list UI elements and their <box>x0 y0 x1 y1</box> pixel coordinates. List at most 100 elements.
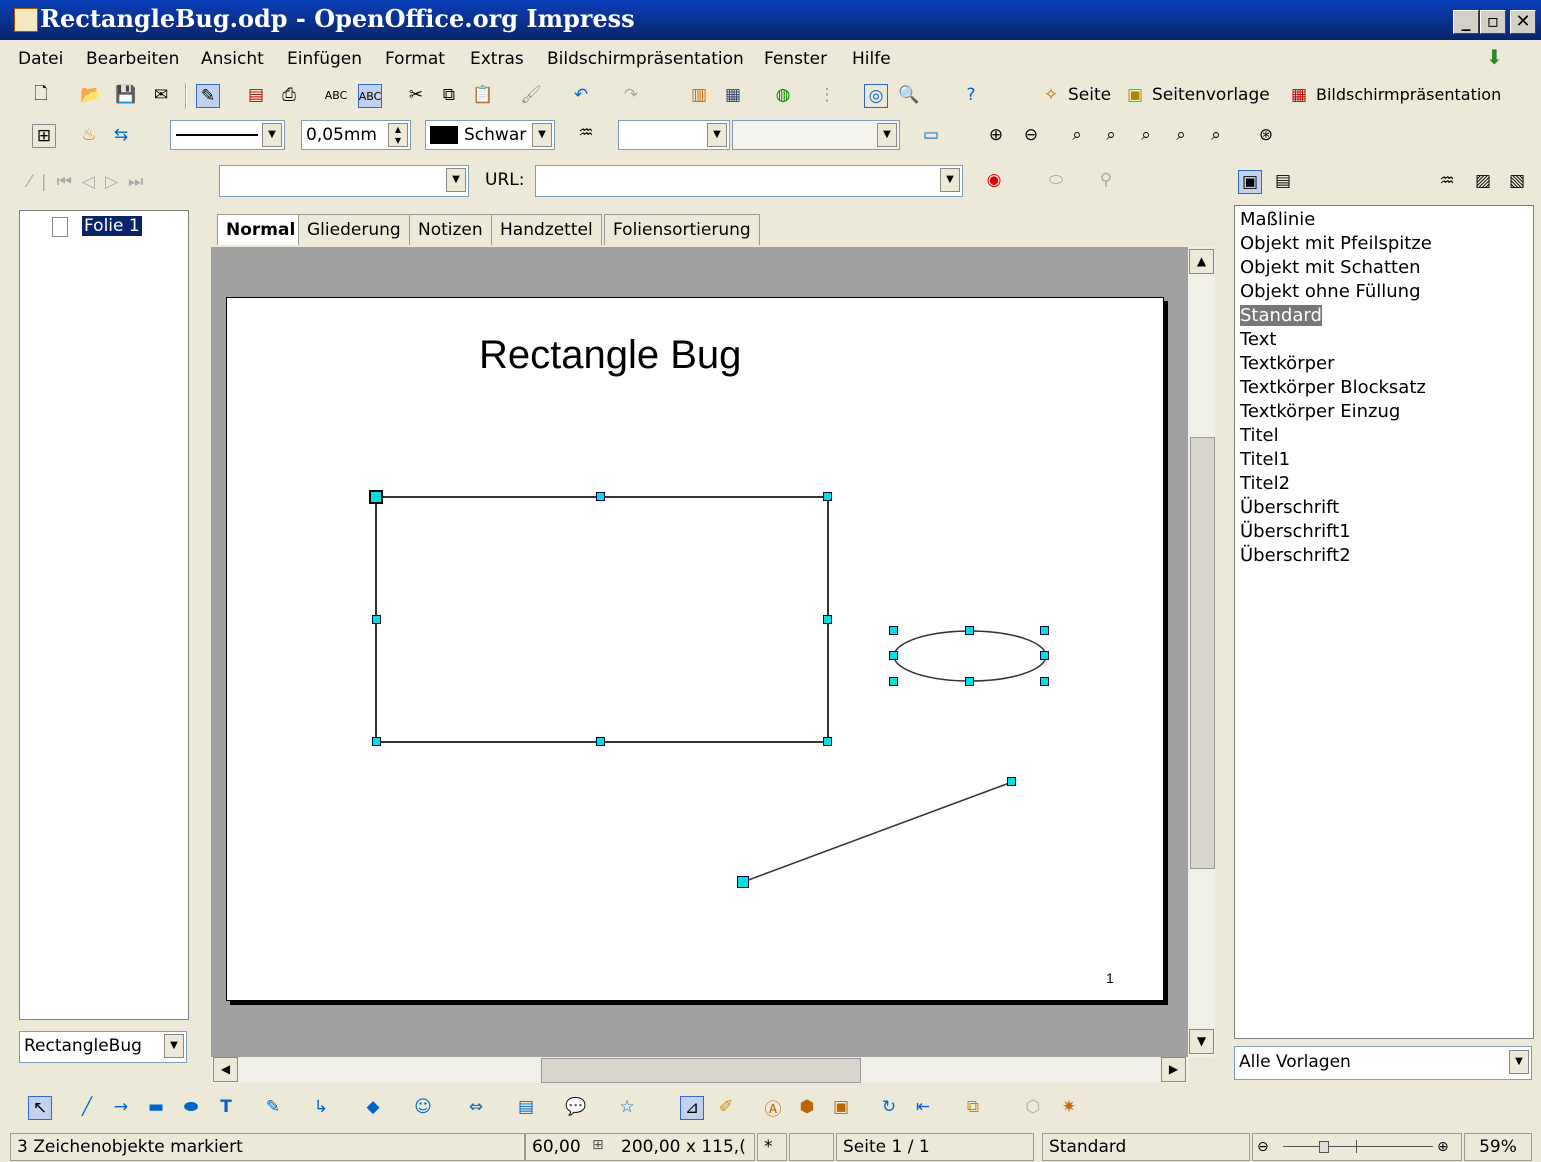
zoom-slider[interactable]: ⊖ ⊕ <box>1252 1133 1462 1161</box>
fill-select[interactable]: ▼ <box>732 120 900 150</box>
menu-datei[interactable]: Datei <box>18 49 63 69</box>
zoom-page-icon[interactable]: ⌕ <box>1170 124 1192 146</box>
zoom-in-icon[interactable]: ⊕ <box>985 124 1007 146</box>
slide-icon[interactable]: ✧ <box>1040 84 1062 106</box>
menu-bearbeiten[interactable]: Bearbeiten <box>86 49 179 69</box>
close-button[interactable]: ✕ <box>1510 10 1536 34</box>
copy-icon[interactable]: ⧉ <box>438 84 460 106</box>
print-icon[interactable]: ⎙ <box>278 84 300 106</box>
zoom-out-icon[interactable]: ⊖ <box>1020 124 1042 146</box>
chart-icon[interactable]: ▥ <box>688 84 710 106</box>
menu-fenster[interactable]: Fenster <box>764 49 827 69</box>
fontwork-icon[interactable]: Ⓐ <box>762 1096 784 1120</box>
url-input[interactable]: ▼ <box>535 165 963 197</box>
presentation-icon[interactable]: ▦ <box>1288 84 1310 106</box>
ellipse-shape[interactable] <box>893 630 1047 682</box>
rotate-icon[interactable]: ↻ <box>878 1096 900 1118</box>
line-style-select[interactable]: ▼ <box>170 120 285 150</box>
minimize-button[interactable]: _ <box>1453 10 1479 34</box>
text-tool-icon[interactable]: T <box>215 1096 237 1118</box>
line-width-field[interactable]: 0,05mm ▲ ▼ <box>301 120 411 150</box>
arrange-icon[interactable]: ⧉ <box>962 1096 984 1118</box>
new-style-icon[interactable]: ▨ <box>1472 170 1494 192</box>
gallery-icon[interactable]: ▣ <box>830 1096 852 1118</box>
style-item[interactable]: Textkörper <box>1240 353 1335 374</box>
style-item[interactable]: Maßlinie <box>1240 209 1315 230</box>
graphic-styles-icon[interactable]: ▣ <box>1238 170 1262 194</box>
email-icon[interactable]: ✉ <box>150 84 172 106</box>
redo-icon[interactable]: ↷ <box>620 84 642 106</box>
style-item[interactable]: Überschrift <box>1240 497 1339 518</box>
handle[interactable] <box>823 615 832 624</box>
line-tool-icon[interactable]: ╱ <box>76 1096 98 1118</box>
undo-icon[interactable]: ↶ <box>570 84 592 106</box>
connector-tool-icon[interactable]: ↳ <box>310 1096 332 1118</box>
table-icon[interactable]: ▦ <box>722 84 744 106</box>
style-item[interactable]: Objekt mit Schatten <box>1240 257 1421 278</box>
area-style-select[interactable]: ▼ <box>618 120 730 150</box>
glue-points-icon[interactable]: ✐ <box>715 1096 737 1118</box>
zoom-icon[interactable]: 🔍 <box>898 84 920 106</box>
menu-bildschirmpraesentation[interactable]: Bildschirmpräsentation <box>547 49 744 69</box>
style-filter-select[interactable]: Alle Vorlagen ▼ <box>1234 1046 1532 1080</box>
tab-gliederung[interactable]: Gliederung <box>298 214 410 245</box>
handle[interactable] <box>889 626 898 635</box>
tab-notizen[interactable]: Notizen <box>409 214 492 245</box>
handle[interactable] <box>372 737 381 746</box>
hyperlink-dropdown-icon[interactable]: ⬭ <box>1045 169 1067 191</box>
style-item[interactable]: Überschrift1 <box>1240 521 1351 542</box>
interaction-icon[interactable]: ✷ <box>1058 1096 1080 1118</box>
shadow-icon[interactable]: ▭ <box>920 124 942 146</box>
style-item[interactable]: Titel2 <box>1240 473 1290 494</box>
handle[interactable] <box>1040 677 1049 686</box>
new-document-icon[interactable]: 🗋 <box>30 84 52 106</box>
zoom-object-icon[interactable]: ⌕ <box>1205 124 1227 146</box>
style-item[interactable]: Objekt ohne Füllung <box>1240 281 1421 302</box>
menu-hilfe[interactable]: Hilfe <box>852 49 891 69</box>
show-draw-functions-icon[interactable]: ◍ <box>772 84 794 106</box>
open-icon[interactable]: 📂 <box>80 84 102 106</box>
update-style-icon[interactable]: ▧ <box>1506 170 1528 192</box>
handle[interactable] <box>1007 777 1016 786</box>
zoom-shift-icon[interactable]: ⊛ <box>1255 124 1277 146</box>
help-icon[interactable]: ? <box>960 84 982 106</box>
autospellcheck-icon[interactable]: ABC <box>358 84 382 108</box>
rectangle-tool-icon[interactable]: ▬ <box>145 1096 167 1118</box>
tab-handzettel[interactable]: Handzettel <box>491 214 602 245</box>
line-icon[interactable]: ♨ <box>78 124 100 146</box>
style-item[interactable]: Text <box>1240 329 1276 350</box>
hyperlink-text-select[interactable]: ▼ <box>219 165 469 197</box>
zoom-in-icon[interactable]: ⊕ <box>1437 1134 1449 1160</box>
handle[interactable] <box>596 492 605 501</box>
style-item[interactable]: Objekt mit Pfeilspitze <box>1240 233 1432 254</box>
style-item[interactable]: Textkörper Blocksatz <box>1240 377 1426 398</box>
bildschirmpraesentation-button[interactable]: Bildschirmpräsentation <box>1316 85 1501 104</box>
ellipse-tool-icon[interactable]: ⬬ <box>180 1096 202 1118</box>
stars-icon[interactable]: ☆ <box>616 1096 638 1118</box>
block-arrows-icon[interactable]: ⇔ <box>465 1096 487 1118</box>
slide-design-icon[interactable]: ▣ <box>1124 84 1146 106</box>
spinner-icon[interactable]: ▲ ▼ <box>388 123 408 147</box>
handle[interactable] <box>1040 626 1049 635</box>
handle[interactable] <box>965 626 974 635</box>
scroll-left-icon[interactable]: ◀ <box>213 1057 238 1082</box>
edit-mode-icon[interactable]: ✎ <box>196 84 220 108</box>
rectangle-shape[interactable] <box>375 496 829 743</box>
curve-tool-icon[interactable]: ✎ <box>262 1096 284 1118</box>
menu-format[interactable]: Format <box>385 49 445 69</box>
handle[interactable] <box>1040 651 1049 660</box>
line-color-select[interactable]: Schwar ▼ <box>425 120 555 150</box>
grid-icon[interactable]: ⋮ <box>816 84 838 106</box>
points-icon[interactable]: ⊿ <box>680 1096 704 1120</box>
handle[interactable] <box>372 615 381 624</box>
zoom-100-icon[interactable]: ⌕ <box>1066 124 1088 146</box>
slide-item-folie-1[interactable]: Folie 1 <box>82 216 142 236</box>
seite-button[interactable]: Seite <box>1068 85 1111 105</box>
handle[interactable] <box>737 876 749 888</box>
tab-normal[interactable]: Normal <box>217 214 305 245</box>
menu-ansicht[interactable]: Ansicht <box>201 49 264 69</box>
cut-icon[interactable]: ✂ <box>405 84 427 106</box>
styles-icon[interactable]: ⊞ <box>32 124 56 148</box>
vertical-scrollbar[interactable]: ▲ ▼ <box>1188 247 1215 1057</box>
handle[interactable] <box>823 737 832 746</box>
